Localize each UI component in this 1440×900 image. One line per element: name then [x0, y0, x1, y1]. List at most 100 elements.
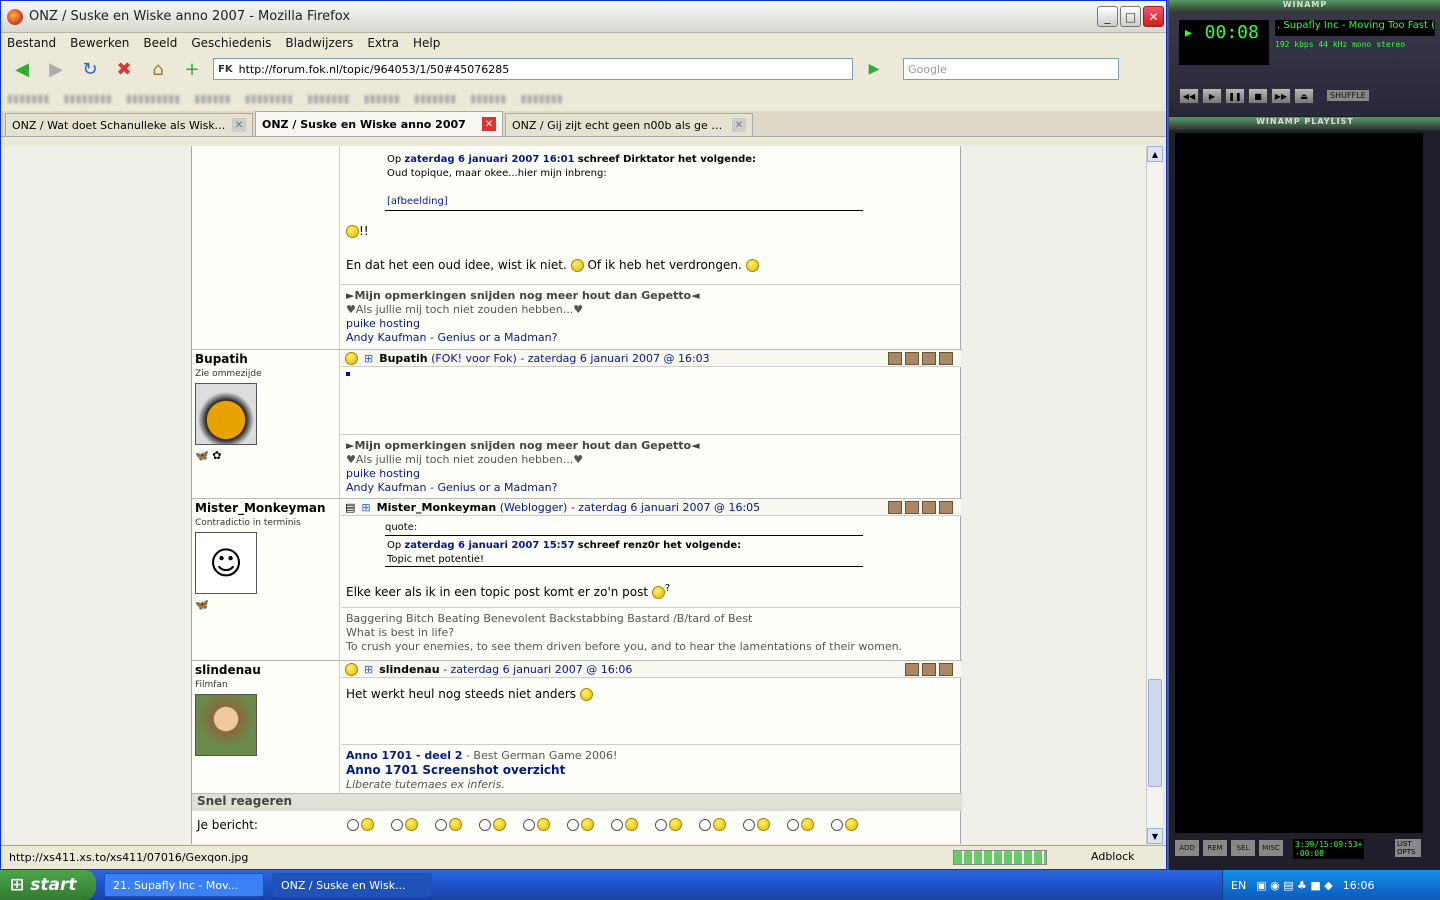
smiley-option[interactable] [567, 818, 594, 831]
smiley-option[interactable] [523, 818, 550, 831]
smiley-option[interactable] [655, 818, 682, 831]
scroll-down-icon[interactable]: ▼ [1147, 828, 1163, 844]
sig-link[interactable]: Anno 1701 - deel 2 [346, 749, 462, 762]
bookmark-item[interactable]: ▮▮▮▮▮▮▮▮ [245, 92, 293, 105]
username[interactable]: slindenau [195, 663, 336, 677]
smiley-option[interactable] [787, 818, 814, 831]
playlist-title[interactable]: WINAMP PLAYLIST [1169, 117, 1440, 130]
avatar[interactable] [195, 383, 257, 445]
maximize-button[interactable]: □ [1120, 6, 1141, 27]
expand-icon[interactable]: ⊞ [364, 352, 373, 365]
scroll-thumb[interactable] [1148, 679, 1162, 787]
username[interactable]: Bupatih [195, 352, 336, 366]
home-icon[interactable]: ⌂ [145, 57, 171, 81]
bookmark-item[interactable]: ▮▮▮▮▮▮▮ [307, 92, 349, 105]
play-icon[interactable]: ▶ [1202, 88, 1222, 104]
tab-1[interactable]: ONZ / Wat doet Schanulleke als Wiske... … [5, 113, 253, 136]
close-button[interactable]: ✕ [1143, 6, 1164, 27]
tab-2[interactable]: ONZ / Suske en Wiske anno 2007 ✕ [255, 111, 503, 136]
sig-link[interactable]: puike hosting [346, 467, 956, 481]
smiley-option[interactable] [347, 818, 374, 831]
winamp-time[interactable]: ▸ 00:08 [1179, 20, 1269, 65]
close-tab-icon[interactable]: ✕ [482, 117, 496, 131]
new-tab-icon[interactable]: + [179, 57, 205, 81]
smiley-option[interactable] [435, 818, 462, 831]
sig-link[interactable]: Andy Kaufman - Genius or a Madman? [346, 481, 956, 495]
avatar[interactable]: ☺ [195, 532, 257, 594]
back-icon[interactable]: ◀ [9, 57, 35, 81]
bookmark-item[interactable]: ▮▮▮▮▮▮ [470, 92, 506, 105]
quote-date[interactable]: zaterdag 6 januari 2007 16:01 [404, 154, 574, 165]
post-author[interactable]: Bupatih [379, 352, 427, 365]
pause-icon[interactable]: ❚❚ [1225, 88, 1245, 104]
stop-icon[interactable]: ✖ [111, 57, 137, 81]
report-icon[interactable] [939, 663, 953, 676]
playlist-area[interactable] [1175, 133, 1423, 833]
stop-icon[interactable]: ■ [1248, 88, 1268, 104]
smiley-option[interactable] [611, 818, 638, 831]
close-tab-icon[interactable]: ✕ [232, 118, 246, 132]
bookmark-item[interactable]: ▮▮▮▮▮▮ [363, 92, 399, 105]
quote-icon[interactable] [905, 663, 919, 676]
menu-bewerken[interactable]: Bewerken [70, 36, 129, 50]
go-icon[interactable]: ▶ [861, 57, 887, 81]
url-bar[interactable]: FK http://forum.fok.nl/topic/964053/1/50… [213, 58, 853, 80]
post-author[interactable]: slindenau [379, 663, 439, 676]
smiley-option[interactable] [479, 818, 506, 831]
smiley-option[interactable] [743, 818, 770, 831]
post-author[interactable]: Mister_Monkeyman [377, 501, 497, 514]
search-input[interactable]: Google [903, 58, 1119, 80]
report-icon[interactable] [939, 352, 953, 365]
edit-icon[interactable] [922, 663, 936, 676]
expand-icon[interactable]: ⊞ [361, 501, 370, 514]
quote-date[interactable]: zaterdag 6 januari 2007 15:57 [404, 540, 574, 551]
prev-icon[interactable]: ◀◀ [1179, 88, 1199, 104]
task-firefox[interactable]: ONZ / Suske en Wisk... [272, 873, 432, 897]
menu-geschiedenis[interactable]: Geschiedenis [191, 36, 271, 50]
post-date[interactable]: - zaterdag 6 januari 2007 @ 16:03 [520, 352, 709, 365]
quote-icon[interactable] [922, 501, 936, 514]
menu-bladwijzers[interactable]: Bladwijzers [285, 36, 353, 50]
smiley-option[interactable] [699, 818, 726, 831]
post-date[interactable]: - zaterdag 6 januari 2007 @ 16:05 [571, 501, 760, 514]
expand-icon[interactable]: ⊞ [364, 663, 373, 676]
smiley-option[interactable] [391, 818, 418, 831]
adblock-button[interactable]: Adblock [1091, 850, 1135, 863]
post-date[interactable]: - zaterdag 6 januari 2007 @ 16:06 [443, 663, 632, 676]
report-icon[interactable] [939, 501, 953, 514]
camera-icon[interactable] [888, 352, 902, 365]
shuffle-button[interactable]: SHUFFLE [1327, 90, 1369, 101]
sig-link[interactable]: Anno 1701 Screenshot overzicht [346, 763, 565, 777]
bookmark-item[interactable]: ▮▮▮▮▮▮ [194, 92, 230, 105]
avatar[interactable] [195, 694, 257, 756]
quote-icon[interactable] [922, 352, 936, 365]
tray-icons[interactable]: ▣ ◉ ▤ ♣ ■ ◆ [1256, 879, 1333, 892]
task-winamp[interactable]: 21. Supafly Inc - Mov... [104, 873, 264, 897]
close-tab-icon[interactable]: ✕ [732, 118, 746, 132]
add-button[interactable]: ADD [1175, 840, 1199, 856]
sig-link[interactable]: puike hosting [346, 317, 956, 331]
menu-help[interactable]: Help [413, 36, 440, 50]
rem-button[interactable]: REM [1203, 840, 1227, 856]
bookmark-item[interactable]: ▮▮▮▮▮▮▮ [7, 92, 49, 105]
username[interactable]: Mister_Monkeyman [195, 501, 336, 515]
winamp-title[interactable]: WINAMP [1169, 0, 1440, 13]
camera-icon[interactable] [888, 501, 902, 514]
sig-link[interactable]: Andy Kaufman - Genius or a Madman? [346, 331, 956, 345]
list-opts-button[interactable]: LIST OPTS [1395, 839, 1421, 857]
home-icon[interactable] [905, 352, 919, 365]
menu-beeld[interactable]: Beeld [143, 36, 177, 50]
smiley-option[interactable] [831, 818, 858, 831]
bookmark-item[interactable]: ▮▮▮▮▮▮▮ [520, 92, 562, 105]
sel-button[interactable]: SEL [1231, 840, 1255, 856]
bookmark-item[interactable]: ▮▮▮▮▮▮▮ [414, 92, 456, 105]
eject-icon[interactable]: ⏏ [1294, 88, 1314, 104]
menu-extra[interactable]: Extra [367, 36, 399, 50]
reload-icon[interactable]: ↻ [77, 57, 103, 81]
menu-bestand[interactable]: Bestand [7, 36, 56, 50]
home-icon[interactable] [905, 501, 919, 514]
language-indicator[interactable]: EN [1231, 879, 1246, 892]
start-button[interactable]: ⊞ start [0, 870, 96, 900]
bookmark-item[interactable]: ▮▮▮▮▮▮▮▮▮ [126, 92, 180, 105]
scroll-up-icon[interactable]: ▲ [1147, 146, 1163, 162]
